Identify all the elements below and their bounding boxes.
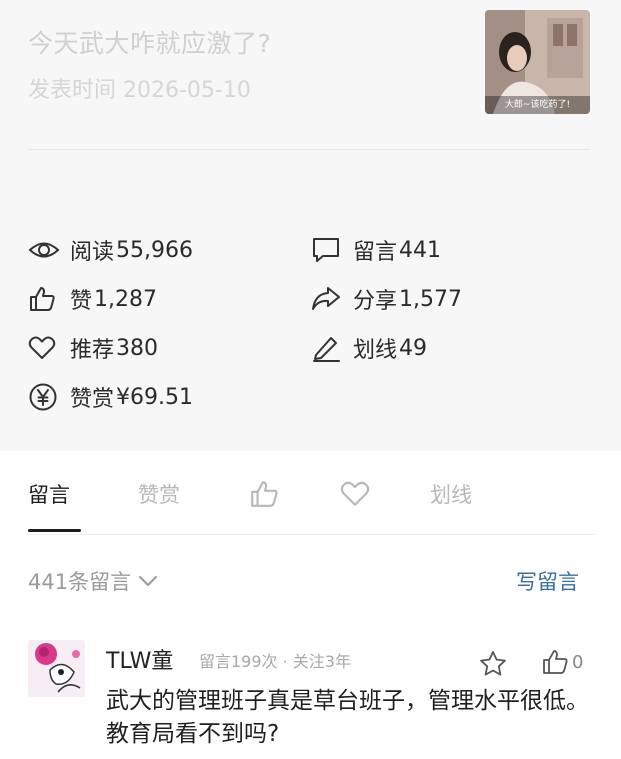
tab-likes[interactable] — [249, 476, 279, 512]
stat-shares-value: 1,577 — [399, 286, 462, 312]
stat-recommends-label: 推荐 — [70, 338, 115, 363]
heart-icon — [28, 333, 60, 363]
tab-comments[interactable]: 留言 — [28, 476, 70, 512]
card-divider — [28, 149, 590, 150]
stat-comments: 留言 441 — [311, 235, 441, 265]
commenter-meta: 留言199次 · 关注3年 — [199, 652, 351, 671]
stat-recommends-value: 380 — [116, 335, 159, 361]
share-icon — [311, 284, 343, 314]
tabs-divider — [28, 534, 595, 535]
stat-shares-label: 分享 — [353, 289, 398, 314]
commenter-name[interactable]: TLW童 — [106, 643, 173, 675]
stat-reads: 阅读 55,966 — [28, 235, 193, 265]
comment-count-label: 441条留言 — [28, 570, 132, 594]
article-title[interactable]: 今天武大咋就应激了? — [28, 24, 271, 60]
write-comment-button[interactable]: 写留言 — [516, 565, 579, 597]
thumbs-up-icon — [541, 649, 569, 675]
stat-comments-label: 留言 — [353, 240, 398, 265]
comment-like-count: 0 — [572, 651, 584, 673]
stat-shares: 分享 1,577 — [311, 284, 462, 314]
pen-icon — [311, 333, 343, 363]
stat-reads-label: 阅读 — [70, 240, 115, 265]
stat-recommends: 推荐 380 — [28, 333, 158, 363]
eye-icon — [28, 235, 60, 265]
stat-rewards-label: 赞赏 — [70, 387, 115, 412]
article-stats-card: 今天武大咋就应激了? 发表时间 2026-05-10 大郎~该吃药了! 阅读 5… — [0, 0, 621, 451]
comment-text: 武大的管理班子真是草台班子，管理水平很低。教育局看不到吗? — [106, 688, 589, 747]
thumbs-up-icon — [251, 481, 278, 507]
comment-like-button[interactable]: 0 — [541, 648, 583, 676]
comment-count-sort[interactable]: 441条留言 — [28, 565, 159, 597]
chevron-down-icon — [137, 574, 159, 588]
comment-icon — [311, 235, 343, 265]
tab-rewards[interactable]: 赞赏 — [138, 476, 180, 512]
tab-recommends[interactable] — [340, 476, 370, 512]
stat-comments-value: 441 — [399, 237, 442, 263]
heart-icon — [340, 481, 370, 506]
stat-reads-value: 55,966 — [116, 237, 193, 263]
thumbnail-caption: 大郎~该吃药了! — [504, 100, 571, 110]
active-tab-indicator — [28, 529, 81, 532]
tab-highlights[interactable]: 划线 — [430, 476, 472, 512]
avatar[interactable] — [28, 640, 85, 697]
yen-circle-icon — [28, 382, 60, 412]
stat-rewards-value: ¥69.51 — [116, 384, 193, 410]
article-date: 发表时间 2026-05-10 — [28, 78, 251, 103]
stat-likes: 赞 1,287 — [28, 284, 157, 314]
stat-likes-value: 1,287 — [94, 286, 157, 312]
stat-rewards: 赞赏 ¥69.51 — [28, 382, 193, 412]
stat-highlights-value: 49 — [399, 335, 428, 361]
star-icon[interactable] — [479, 649, 507, 677]
thumbs-up-icon — [28, 284, 60, 314]
stat-likes-label: 赞 — [70, 289, 93, 314]
stat-highlights-label: 划线 — [353, 338, 398, 363]
article-thumbnail[interactable]: 大郎~该吃药了! — [485, 10, 590, 114]
stat-highlights: 划线 49 — [311, 333, 427, 363]
